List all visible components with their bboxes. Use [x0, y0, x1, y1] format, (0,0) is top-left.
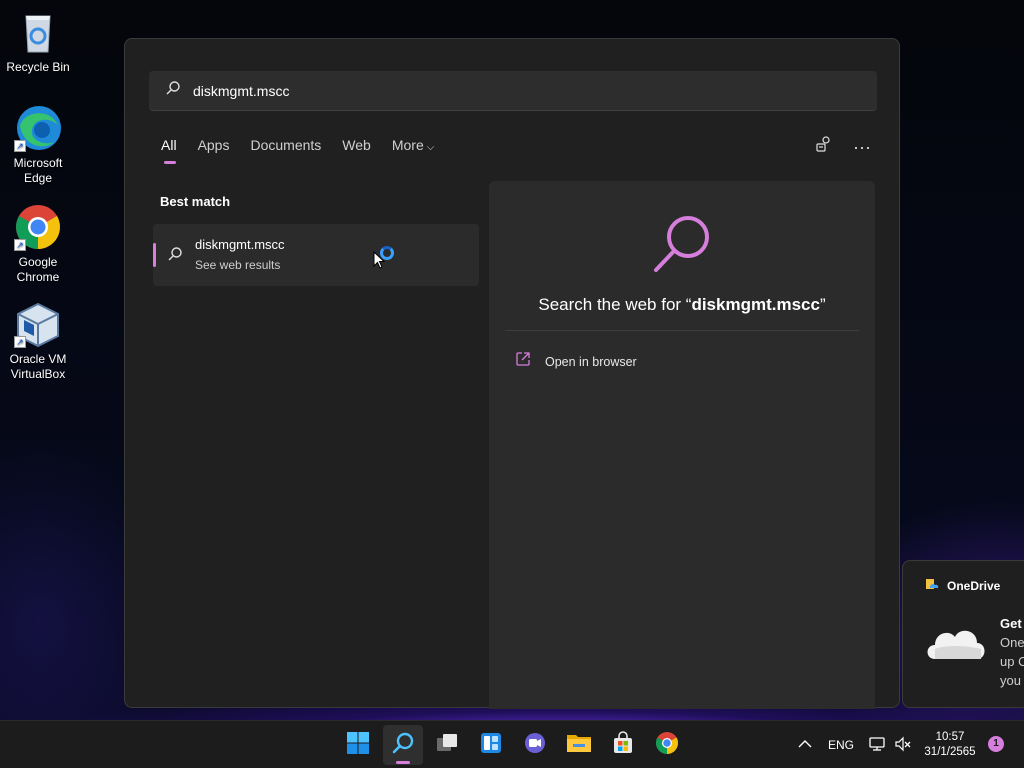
task-view-button[interactable]: [427, 725, 467, 765]
preview-title-suffix: ”: [819, 295, 826, 314]
shortcut-arrow-icon: ↗: [14, 140, 26, 152]
chat-button[interactable]: [515, 725, 555, 765]
search-large-icon: [651, 213, 713, 280]
widgets-icon: [479, 731, 503, 760]
open-in-browser-label: Open in browser: [545, 354, 637, 369]
tab-apps[interactable]: Apps: [198, 137, 230, 161]
tab-documents[interactable]: Documents: [250, 137, 321, 161]
network-icon: [868, 736, 886, 755]
toast-header: OneDrive: [925, 577, 1000, 594]
tab-label: All: [161, 137, 177, 153]
chrome-icon: [655, 731, 679, 760]
toast-line: you: [1000, 673, 1021, 688]
start-button[interactable]: [338, 725, 378, 765]
clock[interactable]: 10:57 31/1/2565: [922, 730, 978, 760]
onedrive-small-icon: [925, 577, 939, 594]
desktop-icon-label: Chrome: [16, 270, 60, 284]
web-search-icon: [167, 246, 183, 267]
recycle-bin-icon: [14, 8, 62, 56]
search-icon: [391, 731, 415, 760]
shortcut-arrow-icon: ↗: [14, 336, 26, 348]
desktop-icon-label: VirtualBox: [10, 367, 66, 381]
clock-time: 10:57: [935, 731, 965, 743]
notification-badge[interactable]: 1: [988, 736, 1004, 752]
desktop-icon-recycle-bin[interactable]: Recycle Bin: [6, 8, 70, 75]
task-view-icon: [435, 731, 459, 760]
search-panel: diskmgmt.mscc All Apps Documents Web Mor…: [124, 38, 900, 709]
store-button[interactable]: [603, 725, 643, 765]
file-explorer-button[interactable]: [559, 725, 599, 765]
result-title: diskmgmt.mscc: [195, 237, 285, 252]
chat-icon: [523, 731, 547, 760]
tab-label: Apps: [197, 137, 230, 153]
volume-button[interactable]: [894, 721, 912, 768]
chrome-icon: ↗: [14, 203, 62, 251]
desktop-icon-chrome[interactable]: ↗ Google Chrome: [6, 203, 70, 285]
preview-title-query: diskmgmt.mscc: [691, 295, 820, 314]
tab-all[interactable]: All: [161, 137, 177, 164]
toast-app-name: OneDrive: [947, 578, 1001, 593]
desktop-icon-label: Oracle VM: [9, 352, 67, 366]
tab-label: Documents: [250, 137, 322, 153]
more-options-icon[interactable]: ···: [853, 138, 871, 156]
volume-muted-icon: [894, 736, 912, 755]
start-icon: [346, 731, 370, 760]
taskbar: ENG 10:57 31/1/2565: [0, 720, 1024, 768]
toast-line: One: [1000, 635, 1024, 650]
virtualbox-icon: ↗: [14, 300, 62, 348]
shortcut-arrow-icon: ↗: [14, 239, 26, 251]
search-tabs: All Apps Documents Web More ⌵: [161, 137, 455, 164]
desktop-icon-label: Microsoft: [13, 156, 63, 170]
show-hidden-icons-button[interactable]: [798, 721, 812, 768]
store-icon: [611, 730, 635, 760]
clock-date: 31/1/2565: [924, 746, 976, 758]
best-match-heading: Best match: [160, 194, 231, 209]
network-button[interactable]: [868, 721, 886, 768]
toast-line: up O: [1000, 654, 1024, 669]
toast-body: Get One up O you: [1000, 614, 1024, 690]
desktop-icon-edge[interactable]: ↗ Microsoft Edge: [6, 104, 70, 186]
mouse-cursor-icon: [373, 250, 386, 274]
preview-title-prefix: Search the web for “: [538, 295, 692, 314]
taskbar-search-button[interactable]: [383, 725, 423, 765]
tab-more[interactable]: More ⌵: [392, 137, 435, 161]
desktop-icon-label: Google: [18, 255, 58, 269]
desktop-icon-virtualbox[interactable]: ↗ Oracle VM VirtualBox: [6, 300, 70, 382]
selection-accent: [153, 243, 156, 267]
language-label: ENG: [828, 738, 855, 752]
result-subtitle: See web results: [195, 258, 281, 272]
onedrive-toast[interactable]: OneDrive Get One up O you: [902, 560, 1024, 708]
widgets-button[interactable]: [471, 725, 511, 765]
open-in-browser-button[interactable]: Open in browser: [515, 351, 637, 372]
tab-label: Web: [342, 137, 371, 153]
cloud-icon: [923, 619, 987, 668]
best-match-result[interactable]: diskmgmt.mscc See web results: [153, 224, 479, 286]
open-external-icon: [515, 351, 531, 372]
search-input[interactable]: diskmgmt.mscc: [149, 71, 877, 111]
tab-label: More: [391, 137, 424, 153]
search-icon: [165, 80, 181, 101]
toast-line: Get: [1000, 616, 1022, 631]
desktop-icon-label: Recycle Bin: [6, 60, 70, 74]
edge-icon: ↗: [14, 104, 62, 152]
account-switch-icon[interactable]: [815, 135, 833, 158]
file-explorer-icon: [566, 731, 592, 760]
panel-actions: ···: [815, 135, 871, 158]
divider: [505, 330, 859, 331]
search-query-text: diskmgmt.mscc: [193, 82, 290, 99]
language-indicator[interactable]: ENG: [828, 721, 854, 768]
chevron-up-icon: [798, 738, 812, 752]
chevron-down-icon: ⌵: [426, 142, 435, 153]
preview-title: Search the web for “diskmgmt.mscc”: [489, 295, 875, 315]
tab-web[interactable]: Web: [342, 137, 371, 161]
preview-pane: Search the web for “diskmgmt.mscc” Open …: [489, 181, 875, 709]
desktop-icon-label: Edge: [23, 171, 53, 185]
chrome-taskbar-button[interactable]: [647, 725, 687, 765]
